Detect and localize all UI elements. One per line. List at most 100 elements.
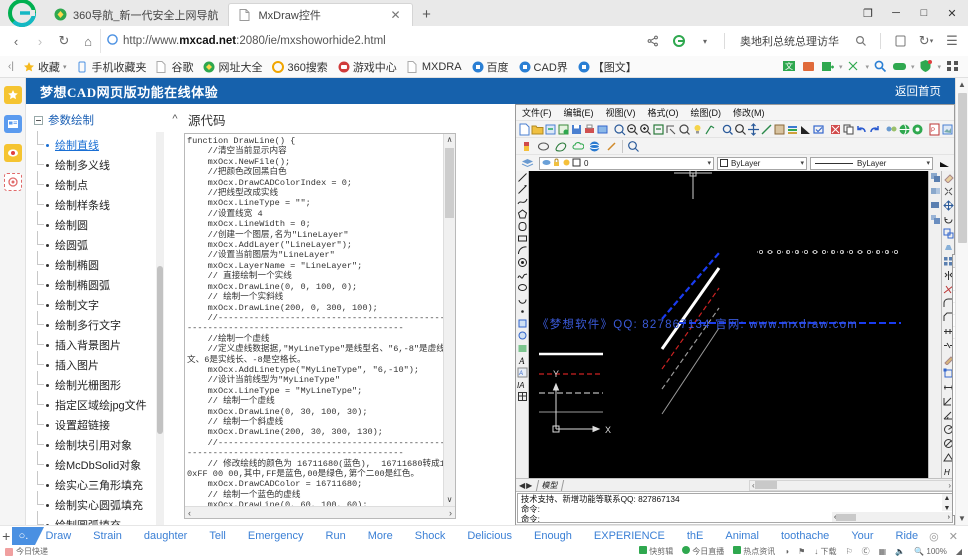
tree-item-text[interactable]: 绘制文字: [34, 291, 164, 315]
search-icon[interactable]: [873, 59, 888, 74]
export-icon[interactable]: [557, 122, 570, 137]
copy-object-icon[interactable]: [930, 172, 941, 186]
color-combo[interactable]: ByLayer ▾: [717, 156, 807, 170]
home-link[interactable]: 返回首页: [895, 83, 941, 99]
move-icon[interactable]: [942, 200, 954, 214]
chevron-down-icon[interactable]: ▾: [937, 63, 941, 71]
layers-stack-icon[interactable]: [519, 156, 536, 171]
status-left[interactable]: 今日快递: [0, 546, 48, 557]
lineweight-icon[interactable]: [936, 156, 953, 171]
zoom-out-icon[interactable]: [626, 122, 639, 137]
collapse-icon[interactable]: [34, 115, 43, 125]
command-vertical-scrollbar[interactable]: ▲ ▼: [942, 494, 952, 512]
bookmark-back-icon[interactable]: ‹|: [4, 61, 18, 72]
bookmark-item-9[interactable]: 【图文】: [573, 59, 642, 75]
settings-icon[interactable]: ◎: [929, 530, 939, 543]
tree-scrollbar[interactable]: [156, 132, 164, 525]
zoom-tool-icon[interactable]: [625, 139, 642, 154]
news-ticker[interactable]: 奥地利总统总理访华: [732, 33, 847, 49]
tree-item-block-ref[interactable]: 绘制块引用对象: [34, 431, 164, 455]
find-icon[interactable]: [734, 122, 747, 137]
pdf-export-icon[interactable]: P: [928, 122, 941, 137]
bookmark-item-2[interactable]: 谷歌: [151, 59, 198, 75]
move-icon[interactable]: [747, 122, 760, 137]
hotword-4[interactable]: Emergency: [237, 530, 315, 542]
maximize-button[interactable]: □: [910, 1, 938, 25]
tree-item-image[interactable]: 插入图片: [34, 351, 164, 375]
source-code-box[interactable]: function DrawLine() { //清空当前显示内容 mxOcx.N…: [184, 133, 456, 519]
zoom-previous-icon[interactable]: [678, 122, 691, 137]
scrollbar-thumb[interactable]: [836, 513, 857, 521]
hotword-14[interactable]: Your: [840, 530, 884, 542]
polyline-icon[interactable]: [517, 196, 528, 208]
tree-root-node[interactable]: 参数绘制: [34, 112, 164, 128]
bookmark-item-0[interactable]: 收藏 ▾: [18, 59, 72, 75]
cad-properties-panel[interactable]: 无选择 基本 版本 版本号 程序路 公司名 控件版: [952, 254, 955, 516]
code-vertical-scrollbar[interactable]: ∧ ∨: [443, 134, 455, 506]
capture-icon[interactable]: [801, 59, 816, 74]
tree-item-spline[interactable]: 绘制样条线: [34, 191, 164, 215]
zoom-window-icon[interactable]: [665, 122, 678, 137]
layers-icon[interactable]: [786, 122, 799, 137]
text-icon[interactable]: A: [517, 355, 528, 367]
line-draw-icon[interactable]: [760, 122, 773, 137]
tree-item-hyperlink[interactable]: 设置超链接: [34, 411, 164, 435]
canvas-horizontal-scrollbar[interactable]: ‹ ›: [749, 479, 954, 491]
forward-button[interactable]: ›: [28, 29, 52, 53]
chevron-down-icon[interactable]: ▾: [923, 159, 930, 167]
tree-item-arc-fill[interactable]: 绘制圆弧填充: [34, 511, 164, 525]
linetype-combo[interactable]: ByLayer ▾: [810, 156, 933, 170]
bookmark-item-6[interactable]: MXDRA: [402, 60, 467, 73]
share-icon[interactable]: [641, 29, 665, 53]
tree-item-draw-line[interactable]: 绘制直线: [34, 131, 164, 155]
tree-item-solid-arc-fill[interactable]: 绘制实心圆弧填充: [34, 491, 164, 515]
hotword-11[interactable]: thE: [676, 530, 715, 542]
hot-news-item[interactable]: 热点资讯: [733, 546, 775, 557]
search-icon[interactable]: [849, 29, 873, 53]
cad-menu-view[interactable]: 视图(V): [606, 106, 636, 119]
table-icon[interactable]: [517, 391, 528, 403]
at-rail-icon[interactable]: [3, 173, 22, 191]
layer-color-swatch[interactable]: [572, 158, 581, 169]
color-picker-icon[interactable]: [518, 139, 535, 154]
history-icon[interactable]: ↻ ▾: [914, 29, 938, 53]
news-rail-icon[interactable]: [3, 115, 22, 133]
scroll-up-arrow[interactable]: ∧: [444, 134, 455, 146]
hotword-6[interactable]: More: [357, 530, 404, 542]
array-icon[interactable]: [930, 214, 941, 228]
cad-menu-modify[interactable]: 修改(M): [733, 106, 765, 119]
circle-icon[interactable]: [517, 257, 528, 269]
hotword-3[interactable]: Tell: [198, 530, 237, 542]
scroll-down-arrow[interactable]: ▼: [958, 512, 966, 525]
scroll-right-arrow[interactable]: ›: [449, 508, 452, 518]
cad-drawing-area[interactable]: A A IA 《梦想软件》QQ: 827867134 官网: www.mxdra…: [516, 171, 954, 478]
ellipse-tool-icon[interactable]: [535, 139, 552, 154]
rectangle-round-icon[interactable]: [517, 221, 528, 233]
tree-item-mtext[interactable]: 绘制多行文字: [34, 311, 164, 335]
hotword-15[interactable]: Ride: [885, 530, 930, 542]
minimize-button[interactable]: ─: [882, 1, 910, 25]
browser-tab-0[interactable]: 360导航_新一代安全上网导航: [44, 3, 229, 26]
redo-icon[interactable]: [868, 122, 881, 137]
tree-item-mcdbsolid[interactable]: 绘McDbSolid对象: [34, 451, 164, 475]
scrollbar-thumb[interactable]: [157, 266, 163, 434]
scroll-left-arrow[interactable]: ‹: [188, 508, 191, 518]
shield-icon[interactable]: [918, 59, 933, 74]
reload-button[interactable]: ↻: [52, 29, 76, 53]
address-bar[interactable]: http://www.mxcad.net:2080/ie/mxshoworhid…: [100, 29, 641, 53]
chevron-down-icon[interactable]: ▾: [911, 63, 915, 71]
close-icon[interactable]: ✕: [949, 530, 958, 543]
plot-icon[interactable]: [596, 122, 609, 137]
cad-menu-format[interactable]: 格式(O): [648, 106, 679, 119]
layer-combo[interactable]: 0 ▾: [539, 156, 714, 170]
copy-icon[interactable]: [842, 122, 855, 137]
resize-grip-icon[interactable]: ◢: [956, 547, 962, 556]
attribute-icon[interactable]: IA: [517, 379, 528, 391]
tree-item-polyline[interactable]: 绘制多义线: [34, 151, 164, 175]
globe-icon[interactable]: [898, 122, 911, 137]
mxdraw-cad-control[interactable]: 文件(F) 编辑(E) 视图(V) 格式(O) 绘图(D) 修改(M) P 0 …: [515, 104, 955, 525]
hotword-12[interactable]: Animal: [714, 530, 770, 542]
angle-icon[interactable]: [799, 122, 812, 137]
scissors-icon[interactable]: [846, 59, 861, 74]
bookmark-item-8[interactable]: CAD界: [514, 59, 573, 75]
